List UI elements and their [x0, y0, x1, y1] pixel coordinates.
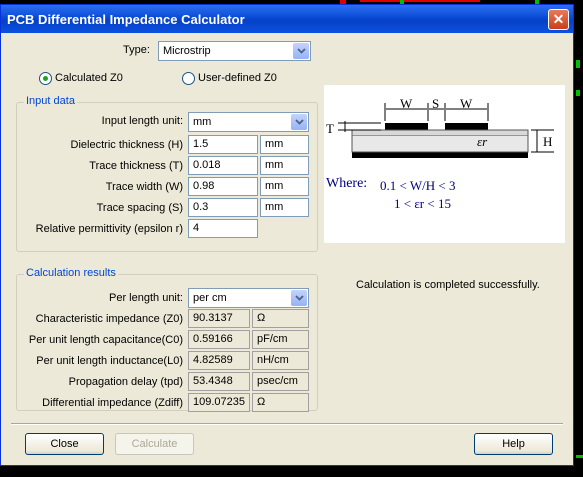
- trace-width-input[interactable]: 0.98: [188, 177, 258, 196]
- capacitance-unit: pF/cm: [252, 330, 309, 349]
- differential-impedance-unit: Ω: [252, 393, 309, 412]
- title-bar: PCB Differential Impedance Calculator ✕: [1, 5, 573, 33]
- spacing-label: S: [432, 96, 439, 111]
- calculation-results-title: Calculation results: [24, 267, 118, 279]
- dielectric-thickness-input[interactable]: 1.5: [188, 135, 258, 154]
- trace-width-unit: mm: [260, 177, 309, 196]
- inductance-unit: nH/cm: [252, 351, 309, 370]
- width-label-2: W: [460, 96, 473, 111]
- close-icon: ✕: [552, 11, 565, 27]
- differential-impedance-value: 109.07235: [188, 393, 250, 412]
- height-label: H: [543, 134, 552, 149]
- type-label: Type:: [123, 44, 150, 56]
- button-separator: [11, 423, 563, 425]
- calculated-z0-radio[interactable]: [39, 72, 52, 85]
- chevron-down-icon: [291, 290, 307, 306]
- width-height-condition: 0.1 < W/H < 3: [380, 178, 455, 193]
- trace-spacing-input[interactable]: 0.3: [188, 198, 258, 217]
- permittivity-symbol: εr: [477, 134, 488, 149]
- dielectric-thickness-label: Dielectric thickness (H): [70, 139, 183, 151]
- propagation-delay-unit: psec/cm: [252, 372, 309, 391]
- input-length-unit-label: Input length unit:: [101, 115, 183, 127]
- permittivity-condition: 1 < εr < 15: [394, 196, 451, 211]
- per-length-unit-label: Per length unit:: [109, 292, 183, 304]
- thickness-label: T: [326, 121, 334, 136]
- capacitance-label: Per unit length capacitance(C0): [28, 334, 183, 346]
- trace-spacing-label: Trace spacing (S): [96, 202, 183, 214]
- background-decoration: [576, 90, 580, 96]
- relative-permittivity-input[interactable]: 4: [188, 219, 258, 238]
- characteristic-impedance-label: Characteristic impedance (Z0): [35, 313, 183, 325]
- user-defined-z0-radio[interactable]: [182, 72, 195, 85]
- dielectric-thickness-unit: mm: [260, 135, 309, 154]
- width-label-1: W: [400, 96, 413, 111]
- inductance-value: 4.82589: [188, 351, 250, 370]
- background-decoration: [360, 0, 480, 2]
- chevron-down-icon: [293, 43, 309, 59]
- microstrip-diagram: W S W T εr H Where: 0.1 < W/H < 3 1 < εr…: [324, 85, 565, 243]
- trace-thickness-unit: mm: [260, 156, 309, 175]
- per-length-unit-select[interactable]: per cm: [188, 288, 309, 308]
- where-label: Where:: [326, 176, 367, 191]
- window-title: PCB Differential Impedance Calculator: [7, 11, 245, 27]
- chevron-down-icon: [291, 114, 307, 130]
- input-data-title: Input data: [24, 95, 77, 107]
- input-length-unit-select[interactable]: mm: [188, 112, 309, 132]
- capacitance-value: 0.59166: [188, 330, 250, 349]
- propagation-delay-value: 53.4348: [188, 372, 250, 391]
- window-close-button[interactable]: ✕: [548, 9, 569, 30]
- type-select[interactable]: Microstrip: [158, 41, 311, 61]
- status-message: Calculation is completed successfully.: [356, 279, 540, 291]
- user-defined-z0-label: User-defined Z0: [198, 72, 277, 84]
- inductance-label: Per unit length inductance(L0): [36, 355, 183, 367]
- background-decoration: [576, 455, 583, 458]
- propagation-delay-label: Propagation delay (tpd): [68, 376, 183, 388]
- input-length-unit-value: mm: [193, 116, 212, 128]
- microstrip-diagram-svg: W S W T εr H Where: 0.1 < W/H < 3 1 < εr…: [326, 96, 554, 211]
- trace-width-label: Trace width (W): [105, 181, 183, 193]
- characteristic-impedance-unit: Ω: [252, 309, 309, 328]
- trace-thickness-label: Trace thickness (T): [89, 160, 183, 172]
- relative-permittivity-label: Relative permittivity (epsilon r): [35, 223, 183, 235]
- radio-selected-dot: [43, 76, 48, 81]
- differential-impedance-label: Differential impedance (Zdiff): [42, 397, 183, 409]
- background-decoration: [576, 60, 580, 68]
- characteristic-impedance-value: 90.3137: [188, 309, 250, 328]
- trace-thickness-input[interactable]: 0.018: [188, 156, 258, 175]
- per-length-unit-value: per cm: [193, 292, 227, 304]
- close-button[interactable]: Close: [25, 433, 104, 455]
- calculate-button[interactable]: Calculate: [115, 433, 194, 455]
- type-value: Microstrip: [163, 45, 211, 57]
- calculated-z0-label: Calculated Z0: [55, 72, 123, 84]
- calculator-dialog: PCB Differential Impedance Calculator ✕ …: [0, 4, 574, 466]
- help-button[interactable]: Help: [474, 433, 553, 455]
- trace-spacing-unit: mm: [260, 198, 309, 217]
